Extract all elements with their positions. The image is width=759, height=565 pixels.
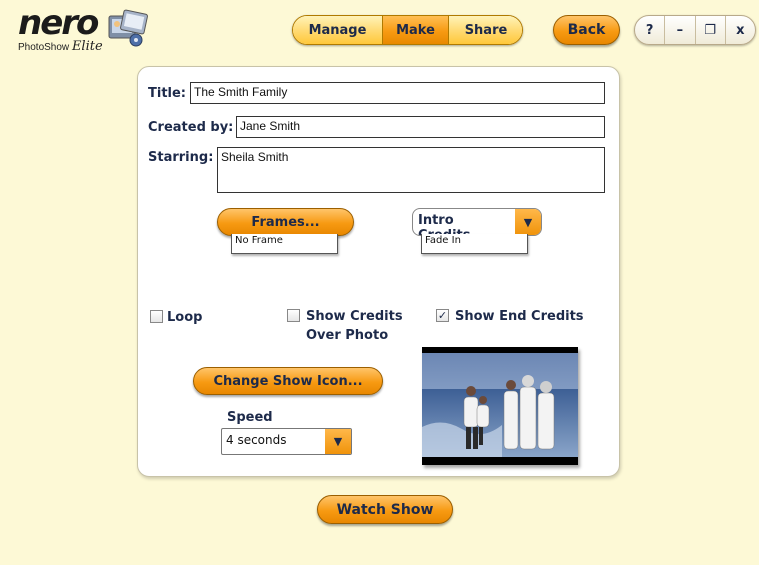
credits-value-box[interactable]: Fade In <box>421 234 528 254</box>
starring-field[interactable]: Sheila Smith <box>217 147 605 193</box>
starring-label: Starring: <box>148 150 214 165</box>
product-name: PhotoShow Elite <box>18 39 103 54</box>
family-beach-photo <box>422 353 578 457</box>
minimize-button[interactable]: – <box>664 16 694 44</box>
product-name-text: PhotoShow <box>18 42 70 53</box>
show-end-credits-label: Show End Credits <box>455 309 584 324</box>
help-button[interactable]: ? <box>635 16 664 44</box>
speed-select[interactable]: 4 seconds ▼ <box>221 428 352 455</box>
chevron-down-icon: ▼ <box>325 429 351 454</box>
loop-checkbox[interactable] <box>150 310 163 323</box>
intro-credits-label: Intro Credits <box>418 213 471 236</box>
show-end-credits-checkbox[interactable]: ✓ <box>436 309 449 322</box>
show-icon-thumbnail <box>422 347 578 465</box>
tab-make[interactable]: Make <box>382 16 448 44</box>
show-credits-label-line1: Show Credits <box>306 309 403 324</box>
nero-logo: nero <box>18 3 99 43</box>
frames-button[interactable]: Frames... <box>217 208 354 236</box>
mode-tabs: Manage Make Share <box>292 15 523 45</box>
restore-button[interactable]: ❐ <box>694 16 725 44</box>
watch-show-button[interactable]: Watch Show <box>317 495 453 524</box>
window-controls: ? – ❐ x <box>634 15 756 45</box>
tab-share[interactable]: Share <box>448 16 522 44</box>
frame-value-box[interactable]: No Frame <box>231 234 338 254</box>
tab-manage[interactable]: Manage <box>293 16 382 44</box>
edition-text: Elite <box>71 39 103 54</box>
created-by-label: Created by: <box>148 120 234 135</box>
back-button[interactable]: Back <box>553 15 620 45</box>
show-credits-over-photo-checkbox[interactable] <box>287 309 300 322</box>
speed-value: 4 seconds <box>226 433 287 447</box>
loop-label: Loop <box>167 310 203 325</box>
title-label: Title: <box>148 86 187 101</box>
close-button[interactable]: x <box>724 16 755 44</box>
title-field[interactable]: The Smith Family <box>190 82 605 104</box>
photoshow-logo-icon <box>108 9 148 47</box>
intro-credits-select[interactable]: Intro Credits ▼ <box>412 208 542 236</box>
checkmark-icon: ✓ <box>437 309 448 322</box>
change-show-icon-button[interactable]: Change Show Icon... <box>193 367 383 395</box>
show-credits-label-line2: Over Photo <box>306 328 389 343</box>
speed-label: Speed <box>227 410 273 425</box>
chevron-down-icon: ▼ <box>515 209 541 235</box>
created-by-field[interactable]: Jane Smith <box>236 116 605 138</box>
